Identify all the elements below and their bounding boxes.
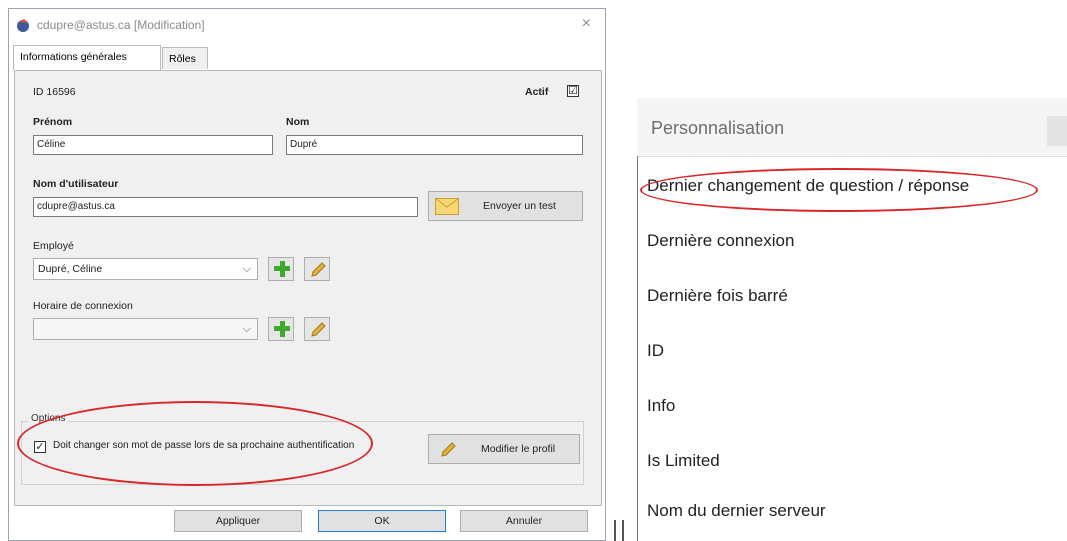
actif-checkbox[interactable]: ☑ bbox=[567, 85, 579, 97]
title-bar: cdupre@astus.ca [Modification] × bbox=[9, 9, 605, 41]
tab-general-info[interactable]: Informations générales bbox=[13, 45, 161, 70]
window-title: cdupre@astus.ca [Modification] bbox=[37, 18, 205, 32]
add-icon bbox=[274, 321, 290, 337]
edit-employe-button[interactable] bbox=[304, 257, 330, 281]
list-item[interactable]: Info bbox=[647, 396, 675, 416]
apply-button[interactable]: Appliquer bbox=[174, 510, 302, 532]
nom-field[interactable]: Dupré bbox=[286, 135, 583, 155]
list-item[interactable]: Nom du dernier serveur bbox=[647, 501, 826, 521]
personnalisation-title: Personnalisation bbox=[651, 118, 785, 138]
must-change-password-checkbox[interactable]: ✓ bbox=[34, 441, 46, 453]
employe-value: Dupré, Céline bbox=[38, 263, 103, 275]
chevron-down-icon: ⌵ bbox=[242, 323, 251, 335]
actif-label: Actif bbox=[525, 86, 549, 98]
employe-label: Employé bbox=[33, 240, 74, 252]
list-item[interactable]: Is Limited bbox=[647, 451, 720, 471]
username-label: Nom d'utilisateur bbox=[33, 178, 119, 190]
personnalisation-header: Personnalisation bbox=[637, 98, 1067, 157]
list-item[interactable]: Dernière connexion bbox=[647, 231, 794, 251]
panel-border bbox=[637, 156, 638, 541]
add-horaire-button[interactable] bbox=[268, 317, 294, 341]
separator-bars bbox=[612, 520, 626, 541]
personnalisation-panel: Personnalisation Dernier changement de q… bbox=[637, 98, 1067, 541]
id-label: ID 16596 bbox=[33, 86, 76, 98]
envelope-icon bbox=[435, 198, 459, 215]
modify-profile-label: Modifier le profil bbox=[481, 443, 556, 455]
must-change-password-label: Doit changer son mot de passe lors de sa… bbox=[53, 440, 355, 451]
add-icon bbox=[274, 261, 290, 277]
tab-roles[interactable]: Rôles bbox=[162, 47, 208, 69]
horaire-label: Horaire de connexion bbox=[33, 300, 133, 312]
send-test-label: Envoyer un test bbox=[483, 200, 556, 212]
app-icon bbox=[17, 19, 29, 32]
pencil-icon bbox=[311, 322, 326, 337]
nom-label: Nom bbox=[286, 116, 310, 128]
edit-horaire-button[interactable] bbox=[304, 317, 330, 341]
list-item[interactable]: Dernière fois barré bbox=[647, 286, 788, 306]
username-field[interactable]: cdupre@astus.ca bbox=[33, 197, 418, 217]
close-icon[interactable] bbox=[1047, 116, 1067, 146]
ok-button[interactable]: OK bbox=[318, 510, 446, 532]
list-item[interactable]: ID bbox=[647, 341, 664, 361]
send-test-button[interactable]: Envoyer un test bbox=[428, 191, 583, 221]
pencil-icon bbox=[441, 442, 456, 457]
prenom-field[interactable]: Céline bbox=[33, 135, 273, 155]
close-icon[interactable]: × bbox=[582, 15, 591, 33]
employe-select[interactable]: Dupré, Céline ⌵ bbox=[33, 258, 258, 280]
list-item[interactable]: Dernier changement de question / réponse bbox=[647, 176, 969, 196]
pencil-icon bbox=[311, 262, 326, 277]
horaire-select[interactable]: ⌵ bbox=[33, 318, 258, 340]
prenom-label: Prénom bbox=[33, 116, 73, 128]
chevron-down-icon: ⌵ bbox=[242, 263, 251, 275]
options-legend: Options bbox=[28, 413, 69, 424]
modify-profile-button[interactable]: Modifier le profil bbox=[428, 434, 580, 464]
add-employe-button[interactable] bbox=[268, 257, 294, 281]
cancel-button[interactable]: Annuler bbox=[460, 510, 588, 532]
